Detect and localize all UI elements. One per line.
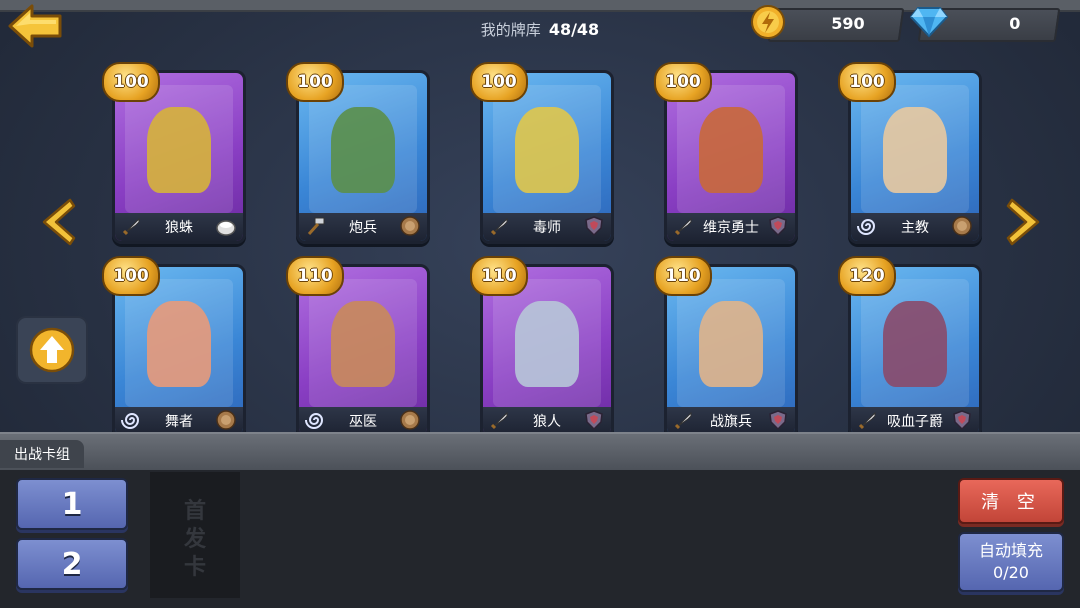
card-art	[493, 279, 601, 407]
card-name: 战旗兵	[710, 414, 752, 430]
up-arrow-icon	[29, 327, 75, 373]
lightning-coin-icon	[751, 5, 785, 39]
card-cost-badge: 100	[654, 62, 712, 102]
auto-fill-label: 自动填充	[978, 541, 1043, 560]
coin-value: 590	[830, 14, 865, 33]
card-name: 舞者	[165, 414, 193, 430]
card-cost-badge: 110	[654, 256, 712, 296]
card-name: 炮兵	[349, 220, 377, 236]
back-button[interactable]	[6, 2, 64, 50]
card-art	[677, 279, 785, 407]
card-name: 主教	[901, 220, 929, 236]
deck-1-button[interactable]: 1	[16, 478, 128, 530]
card-name: 巫医	[349, 414, 377, 430]
diamond-icon	[910, 7, 948, 38]
card-art	[309, 85, 417, 213]
clear-button[interactable]: 清 空	[958, 478, 1064, 524]
upgrade-button[interactable]	[16, 316, 88, 384]
card-count: 48/48	[548, 19, 600, 39]
previous-page-arrow[interactable]	[38, 198, 78, 246]
back-arrow-icon	[8, 4, 62, 48]
card-name: 维京勇士	[703, 220, 759, 236]
card-name: 狼人	[533, 414, 561, 430]
card-cost-badge: 100	[102, 62, 160, 102]
card-art	[493, 85, 601, 213]
deck-label: 出战卡组	[0, 440, 84, 468]
card-art	[677, 85, 785, 213]
card-character-portrait	[515, 301, 579, 387]
card-character-portrait	[331, 107, 395, 193]
card-character-portrait	[699, 301, 763, 387]
auto-fill-button[interactable]: 自动填充 0/20	[958, 532, 1064, 592]
starter-card-placeholder: 首 发 卡	[150, 490, 240, 590]
card-character-portrait	[147, 301, 211, 387]
auto-fill-count: 0/20	[993, 563, 1029, 582]
placeholder-char: 卡	[183, 555, 206, 580]
card-character-portrait	[331, 301, 395, 387]
next-page-arrow[interactable]	[1004, 198, 1044, 246]
card-cost-badge: 100	[286, 62, 344, 102]
card-art	[861, 279, 969, 407]
card-name: 毒师	[533, 220, 561, 236]
card-cost-badge: 100	[838, 62, 896, 102]
deck-2-button[interactable]: 2	[16, 538, 128, 590]
page-title: 我的牌库 48/48	[430, 16, 650, 42]
card-art	[861, 85, 969, 213]
card-character-portrait	[883, 107, 947, 193]
card-character-portrait	[883, 301, 947, 387]
card-art	[309, 279, 417, 407]
placeholder-char: 首	[183, 499, 206, 524]
card-name: 狼蛛	[165, 220, 193, 236]
coin-counter: 590	[767, 8, 905, 42]
deck-frame	[0, 432, 1080, 472]
title-label: 我的牌库	[480, 20, 541, 39]
card-cost-badge: 100	[470, 62, 528, 102]
card-cost-badge: 110	[470, 256, 528, 296]
card-cost-badge: 120	[838, 256, 896, 296]
card-character-portrait	[515, 107, 579, 193]
gem-value: 0	[1009, 14, 1021, 33]
card-cost-badge: 110	[286, 256, 344, 296]
card-art	[125, 85, 233, 213]
card-name: 吸血子爵	[887, 414, 943, 430]
card-character-portrait	[147, 107, 211, 193]
placeholder-char: 发	[183, 527, 206, 552]
card-art	[125, 279, 233, 407]
card-cost-badge: 100	[102, 256, 160, 296]
card-character-portrait	[699, 107, 763, 193]
